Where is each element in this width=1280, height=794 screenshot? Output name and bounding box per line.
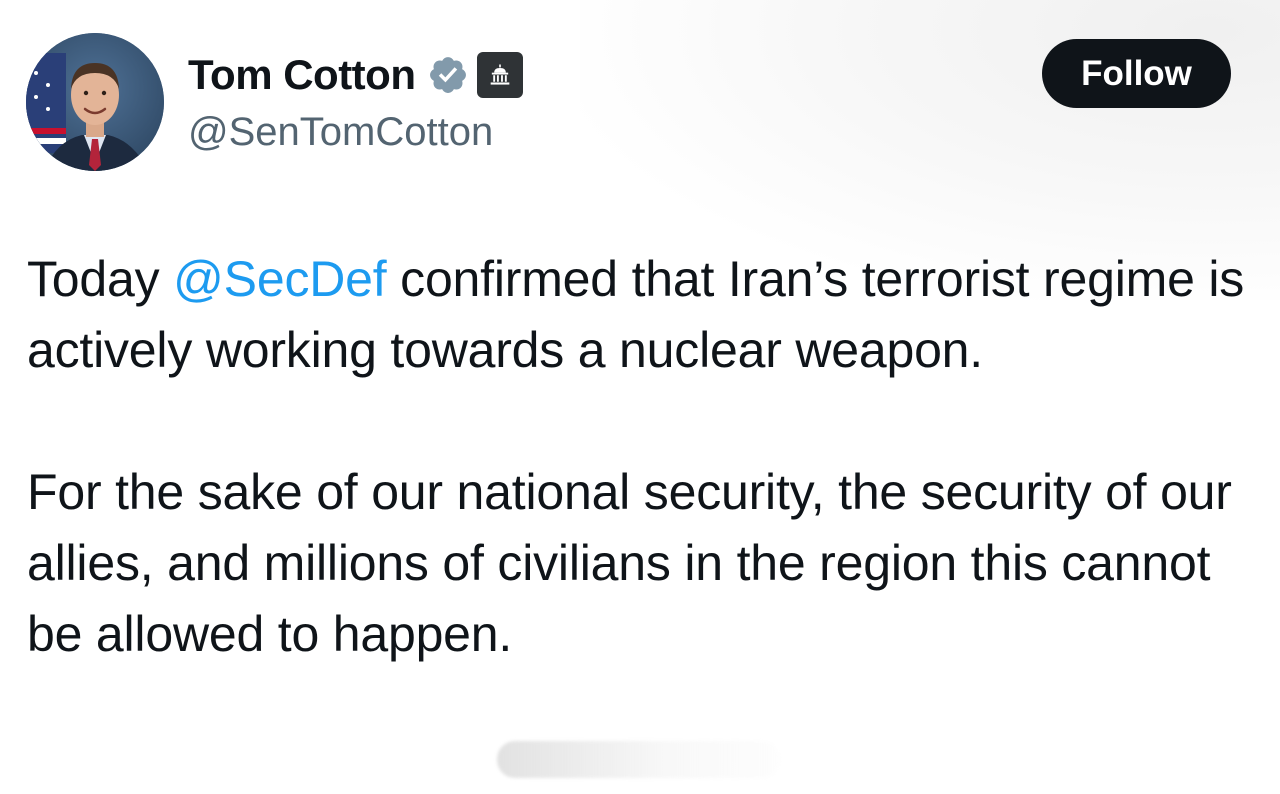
display-name[interactable]: Tom Cotton xyxy=(188,54,416,96)
author-handle[interactable]: @SenTomCotton xyxy=(188,110,493,154)
mention-link[interactable]: @SecDef xyxy=(173,251,387,307)
tweet-paragraph-1: Today @SecDef confirmed that Iran’s terr… xyxy=(27,244,1257,386)
watermark-blur xyxy=(497,741,780,778)
avatar-image xyxy=(26,33,164,171)
government-building-icon[interactable] xyxy=(477,52,524,98)
author-name-row: Tom Cotton xyxy=(188,48,524,102)
verified-check-icon[interactable] xyxy=(427,54,469,96)
avatar[interactable] xyxy=(26,33,164,171)
tweet-text-start: Today xyxy=(27,251,174,307)
follow-button[interactable]: Follow xyxy=(1042,39,1231,108)
tweet-paragraph-2: For the sake of our national security, t… xyxy=(27,464,1232,662)
tweet-card: Tom Cotton @SenTomCotton Follow Today @S… xyxy=(0,0,1280,794)
tweet-text: Today @SecDef confirmed that Iran’s terr… xyxy=(27,244,1257,670)
